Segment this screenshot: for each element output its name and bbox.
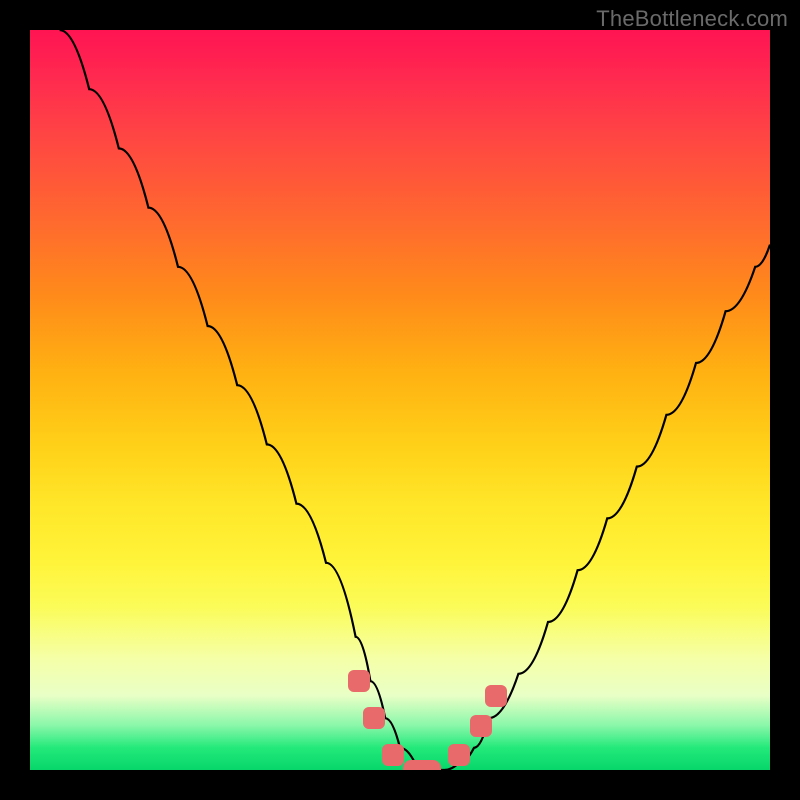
curve-marker	[470, 715, 492, 737]
curve-marker	[363, 707, 385, 729]
chart-plot-area	[30, 30, 770, 770]
bottleneck-curve	[30, 30, 770, 770]
curve-marker	[348, 670, 370, 692]
curve-marker	[382, 744, 404, 766]
curve-marker	[485, 685, 507, 707]
curve-marker	[403, 760, 441, 770]
curve-path	[60, 30, 770, 770]
curve-marker	[448, 744, 470, 766]
watermark-text: TheBottleneck.com	[596, 6, 788, 32]
chart-frame: TheBottleneck.com	[0, 0, 800, 800]
